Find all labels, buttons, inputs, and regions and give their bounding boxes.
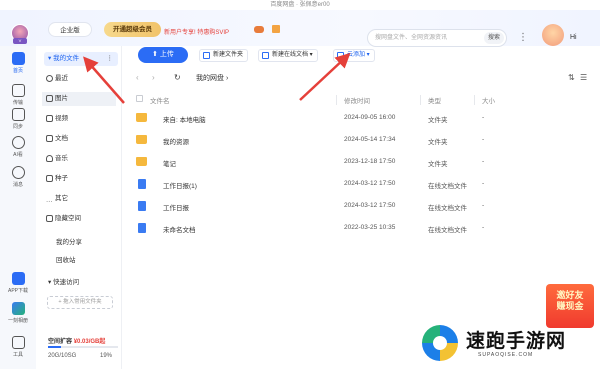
ad-line-2: 赚现金	[556, 301, 584, 311]
ad-line-1: 邀好友	[556, 290, 584, 300]
watermark-logo	[422, 325, 458, 361]
watermark-title: 速跑手游网	[466, 331, 567, 352]
watermark-subtitle: SUPAOQISE.COM	[478, 352, 534, 358]
invite-ad[interactable]: 邀好友 赚现金	[546, 284, 594, 328]
arrow-to-my-files	[83, 56, 125, 104]
arrow-to-cloud-add	[299, 52, 351, 101]
annotation-arrows	[83, 52, 351, 104]
